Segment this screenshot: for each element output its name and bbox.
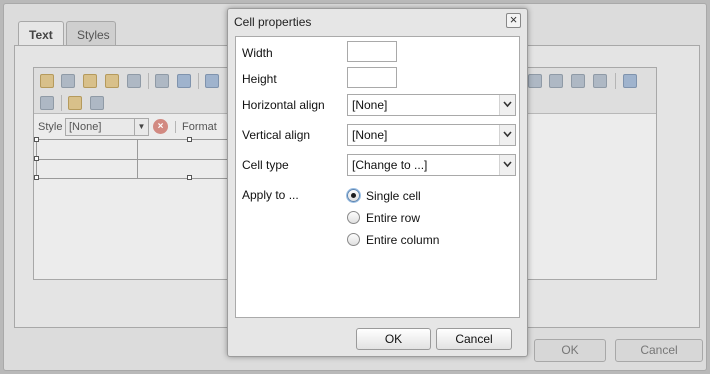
- resize-handle[interactable]: [34, 175, 39, 180]
- tab-text[interactable]: Text: [18, 21, 64, 48]
- copy-icon[interactable]: [61, 74, 75, 88]
- align-justify-icon[interactable]: [528, 74, 542, 88]
- image-icon[interactable]: [90, 96, 104, 110]
- cell-type-label: Cell type: [242, 158, 289, 172]
- chevron-down-icon: ▼: [134, 119, 148, 135]
- vertical-align-value: [None]: [352, 128, 388, 142]
- vertical-align-label: Vertical align: [242, 128, 311, 142]
- paste-word-icon[interactable]: [127, 74, 141, 88]
- toolbar-separator: [148, 73, 149, 89]
- numbered-list-icon[interactable]: [549, 74, 563, 88]
- table-icon[interactable]: [40, 96, 54, 110]
- chevron-down-icon: [499, 95, 515, 115]
- cell-properties-dialog: Cell properties × Width Height Horizonta…: [227, 8, 528, 357]
- radio-button[interactable]: [347, 233, 360, 246]
- spellcheck-icon[interactable]: [623, 74, 637, 88]
- radio-button[interactable]: [347, 211, 360, 224]
- resize-handle[interactable]: [187, 137, 192, 142]
- tab-styles[interactable]: Styles: [66, 21, 116, 48]
- table-row-divider: [37, 159, 235, 160]
- radio-label: Single cell: [366, 189, 421, 203]
- resize-handle[interactable]: [34, 156, 39, 161]
- outdent-icon[interactable]: [571, 74, 585, 88]
- radio-button[interactable]: [347, 189, 360, 202]
- toolbar-separator: [615, 73, 616, 89]
- height-field[interactable]: [347, 67, 397, 88]
- link-icon[interactable]: [155, 74, 169, 88]
- cut-icon[interactable]: [40, 74, 54, 88]
- chevron-down-icon: [499, 125, 515, 145]
- toolbar-separator: [61, 95, 62, 111]
- cell-type-select[interactable]: [Change to ...]: [347, 154, 516, 176]
- format-label: Format: [175, 121, 217, 133]
- height-label: Height: [242, 72, 277, 86]
- unlink-icon[interactable]: [177, 74, 191, 88]
- cell-type-value: [Change to ...]: [352, 158, 428, 172]
- horizontal-align-label: Horizontal align: [242, 98, 325, 112]
- clear-style-icon[interactable]: ×: [153, 119, 168, 134]
- horizontal-align-value: [None]: [352, 98, 388, 112]
- background-ok-button[interactable]: OK: [534, 339, 606, 362]
- special-char-icon[interactable]: [68, 96, 82, 110]
- cancel-button[interactable]: Cancel: [436, 328, 512, 350]
- dialog-title: Cell properties: [234, 15, 312, 29]
- table-column-divider: [137, 140, 138, 178]
- width-field[interactable]: [347, 41, 397, 62]
- style-label: Style: [38, 121, 63, 133]
- chevron-down-icon: [499, 155, 515, 175]
- radio-label: Entire row: [366, 211, 421, 225]
- editor-table[interactable]: [34, 137, 236, 180]
- toolbar-separator: [198, 73, 199, 89]
- width-label: Width: [242, 46, 273, 60]
- undo-icon[interactable]: [205, 74, 219, 88]
- apply-to-label: Apply to ...: [242, 188, 299, 202]
- resize-handle[interactable]: [34, 137, 39, 142]
- radio-label: Entire column: [366, 233, 440, 247]
- resize-handle[interactable]: [187, 175, 192, 180]
- ok-button[interactable]: OK: [356, 328, 431, 350]
- style-select[interactable]: [None] ▼: [65, 118, 149, 136]
- paste-text-icon[interactable]: [105, 74, 119, 88]
- style-select-value: [None]: [69, 121, 102, 133]
- indent-icon[interactable]: [593, 74, 607, 88]
- paste-icon[interactable]: [83, 74, 97, 88]
- horizontal-align-select[interactable]: [None]: [347, 94, 516, 116]
- vertical-align-select[interactable]: [None]: [347, 124, 516, 146]
- background-cancel-button[interactable]: Cancel: [615, 339, 703, 362]
- dialog-body: Width Height Horizontal align [None] Ver…: [235, 36, 520, 318]
- close-icon[interactable]: ×: [506, 13, 521, 28]
